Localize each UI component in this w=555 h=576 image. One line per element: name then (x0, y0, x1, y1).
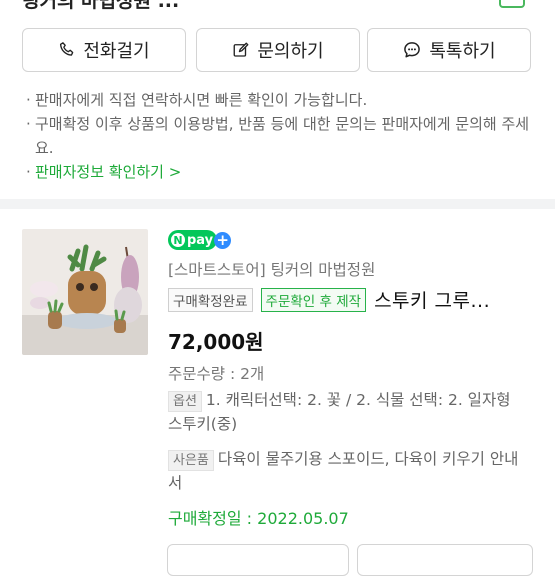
option-chip: 옵션 (168, 391, 202, 412)
seller-info-link[interactable]: 판매자정보 확인하기 > (35, 160, 181, 184)
call-button[interactable]: 전화걸기 (22, 28, 186, 72)
bottom-action-button[interactable] (167, 544, 349, 576)
note-item: · 구매확정 이후 상품의 이용방법, 반품 등에 대한 문의는 판매자에게 문의… (26, 112, 531, 160)
order-tags: 구매확정완료 주문확인 후 제작 스투키 그루... (168, 286, 490, 313)
seller-info-row: · 판매자정보 확인하기 > (26, 160, 531, 184)
talk-button-label: 톡톡하기 (429, 41, 496, 62)
contact-notes: · 판매자에게 직접 연락하시면 빠른 확인이 가능합니다. · 구매확정 이후 상… (26, 88, 531, 184)
green-badge-icon (499, 0, 525, 8)
gift-info: 사은품 다육이 물주기용 스포이드, 다육이 키우기 안내서 (168, 447, 528, 495)
npay-text: pay (187, 232, 214, 248)
note-item: · 판매자에게 직접 연락하시면 빠른 확인이 가능합니다. (26, 88, 531, 112)
plus-icon: + (214, 231, 232, 249)
inquiry-button-label: 문의하기 (257, 41, 324, 62)
npay-plus-badge: N pay + (168, 230, 242, 250)
pencil-square-icon (232, 41, 250, 59)
purchase-confirm-date: 구매확정일 : 2022.05.07 (168, 509, 349, 528)
chat-bubble-icon (402, 40, 422, 60)
product-thumbnail[interactable] (22, 229, 148, 355)
phone-icon (58, 41, 76, 59)
option-info: 옵션 1. 캐릭터선택: 2. 꽃 / 2. 식물 선택: 2. 일자형 스투키(… (168, 388, 528, 436)
seller-title: 링커의 마법정원 ... (22, 0, 180, 12)
product-price: 72,000원 (168, 330, 264, 354)
npay-n-icon: N (171, 233, 185, 247)
gift-chip: 사은품 (168, 450, 214, 471)
inquiry-button[interactable]: 문의하기 (196, 28, 360, 72)
custom-made-badge: 주문확인 후 제작 (260, 287, 367, 312)
bottom-action-button[interactable] (357, 544, 533, 576)
call-button-label: 전화걸기 (83, 41, 150, 62)
product-name[interactable]: 스투키 그루... (374, 286, 490, 313)
section-divider (0, 199, 555, 209)
order-quantity: 주문수량 : 2개 (168, 365, 265, 383)
status-badge: 구매확정완료 (168, 287, 253, 312)
note-text: 구매확정 이후 상품의 이용방법, 반품 등에 대한 문의는 판매자에게 문의해… (35, 115, 530, 157)
option-text: 1. 캐릭터선택: 2. 꽃 / 2. 식물 선택: 2. 일자형 스투키(중) (168, 391, 511, 433)
talk-button[interactable]: 톡톡하기 (367, 28, 531, 72)
gift-text: 다육이 물주기용 스포이드, 다육이 키우기 안내서 (168, 450, 519, 492)
store-name[interactable]: [스마트스토어] 팅커의 마법정원 (168, 258, 375, 280)
note-text: 판매자에게 직접 연락하시면 빠른 확인이 가능합니다. (35, 91, 368, 109)
